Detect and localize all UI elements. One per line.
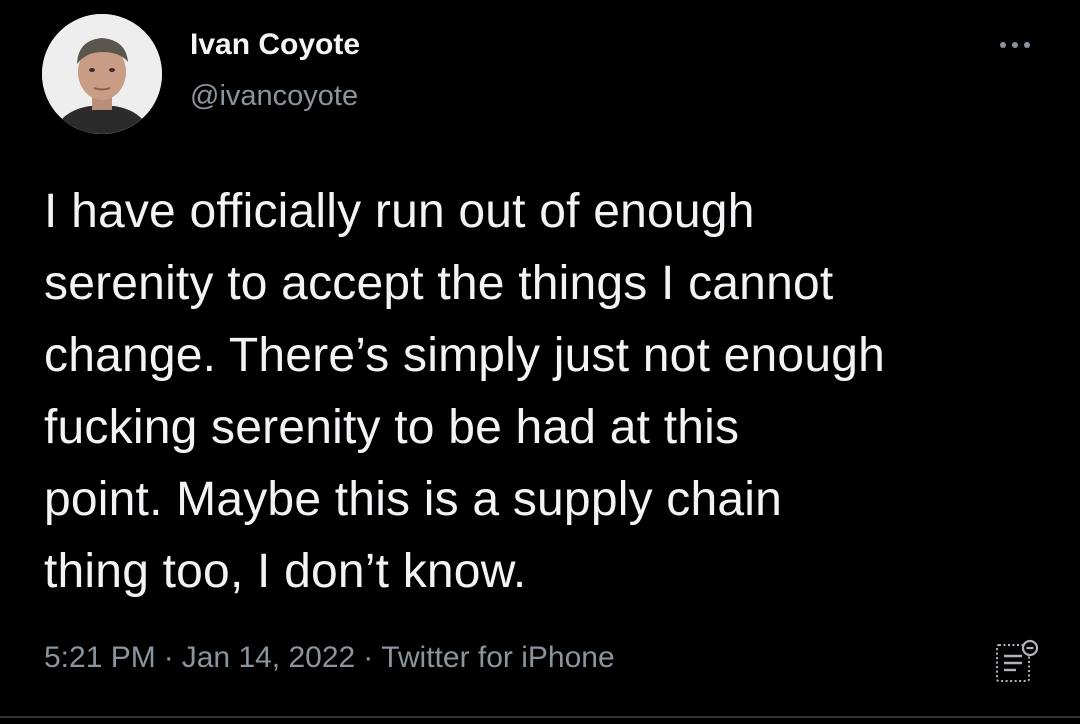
tweet-text-line: serenity to accept the things I cannot: [44, 257, 834, 310]
tweet-source[interactable]: Twitter for iPhone: [381, 641, 614, 674]
tweet-text-line: fucking serenity to be had at this: [44, 401, 740, 454]
tweet-text-line: point. Maybe this is a supply chain: [44, 473, 783, 526]
tweet-text-line: thing too, I don’t know.: [44, 545, 527, 598]
meta-separator: ·: [163, 641, 174, 674]
tweet-text-line: change. There’s simply just not enough: [44, 329, 886, 382]
profile-photo-icon: [42, 14, 162, 134]
analytics-icon: [996, 639, 1039, 682]
meta-separator: ·: [363, 641, 374, 674]
analytics-button[interactable]: [990, 634, 1044, 688]
tweet-text: I have officially run out of enough sere…: [44, 176, 1054, 608]
more-options-button[interactable]: [990, 30, 1040, 60]
more-options-icon: [1024, 42, 1030, 48]
tweet-time[interactable]: 5:21 PM: [44, 641, 156, 674]
author-handle[interactable]: @ivancoyote: [190, 78, 358, 114]
avatar[interactable]: [42, 14, 162, 134]
author-display-name[interactable]: Ivan Coyote: [190, 26, 360, 64]
tweet-card: Ivan Coyote @ivancoyote I have officiall…: [0, 0, 1080, 724]
bottom-divider: [0, 716, 1080, 718]
tweet-text-line: I have officially run out of enough: [44, 185, 755, 238]
more-options-icon: [1000, 42, 1006, 48]
tweet-metadata: 5:21 PM · Jan 14, 2022 · Twitter for iPhone: [44, 638, 615, 678]
more-options-icon: [1012, 42, 1018, 48]
tweet-date[interactable]: Jan 14, 2022: [182, 641, 355, 674]
